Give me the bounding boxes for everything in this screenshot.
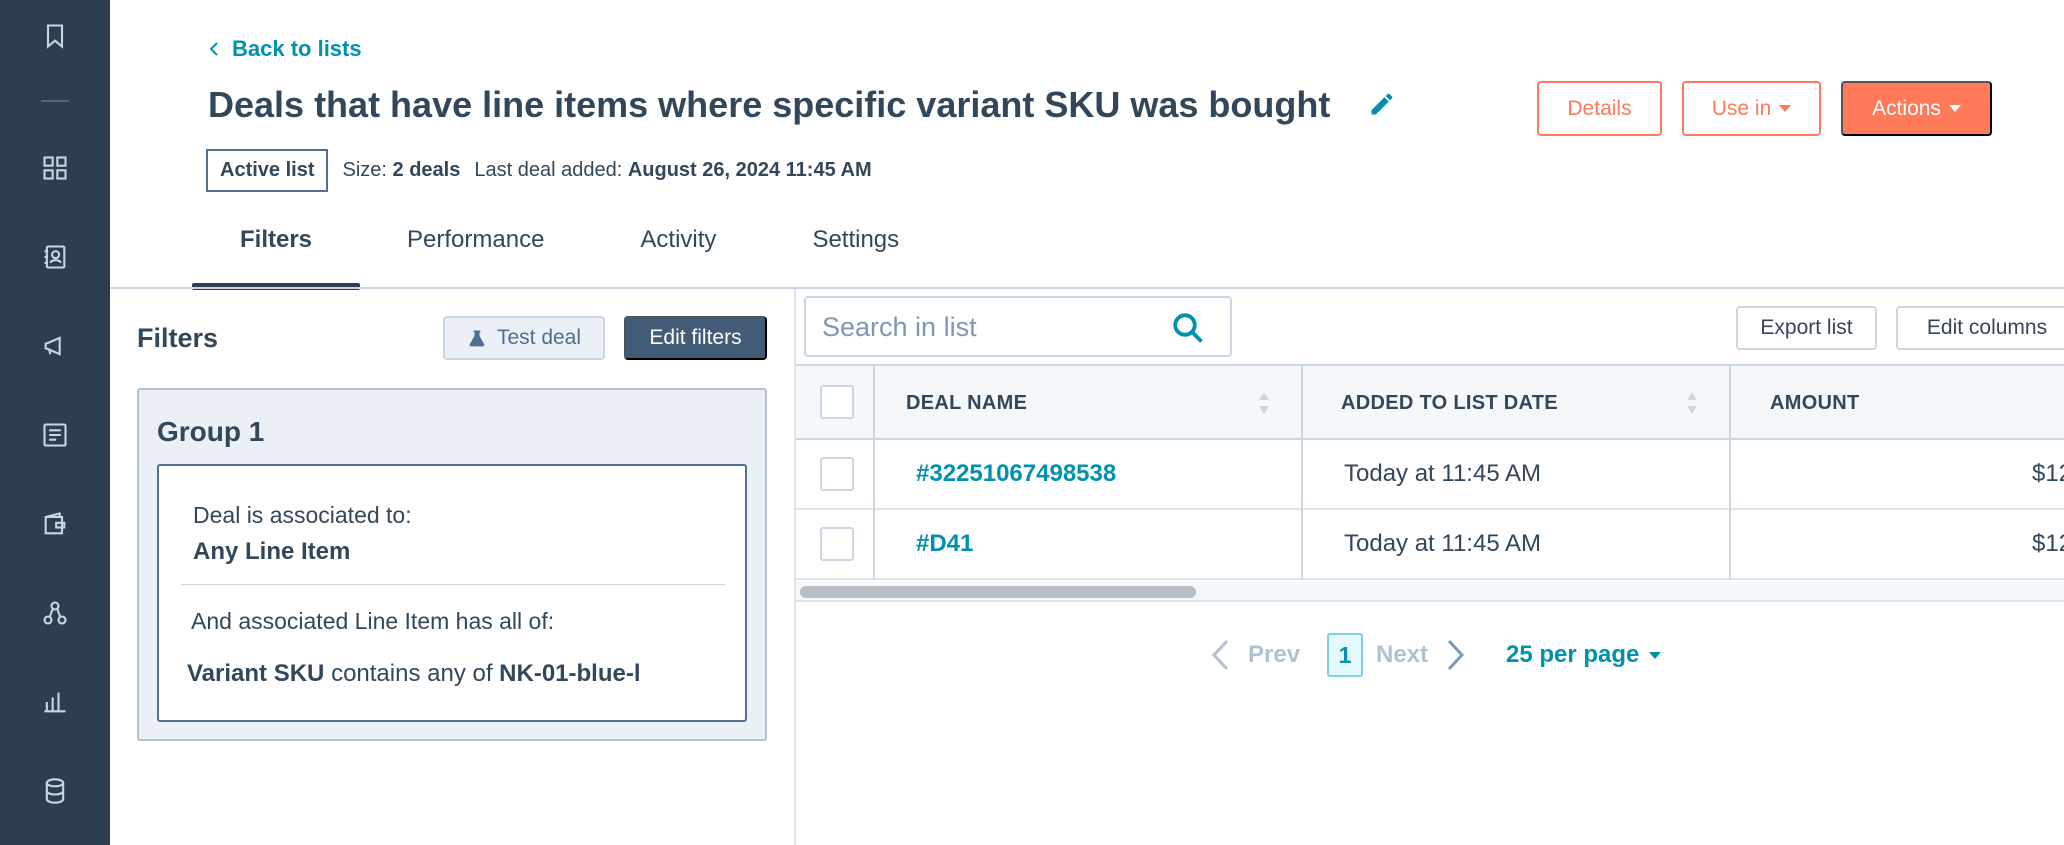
table-header: DEAL NAME ADDED TO LIST DATE AMOUNT <box>796 364 2064 440</box>
column-header-amount[interactable]: AMOUNT <box>1770 366 1860 440</box>
condition-value: NK-01-blue-l <box>499 660 641 687</box>
chevron-left-icon <box>209 42 218 56</box>
export-list-label: Export list <box>1760 316 1853 339</box>
scrollbar-thumb[interactable] <box>800 586 1196 598</box>
tabs-divider <box>110 287 2064 289</box>
caret-down-icon <box>1779 105 1792 112</box>
page-title: Deals that have line items where specifi… <box>208 84 1331 125</box>
automation-icon[interactable] <box>35 593 75 633</box>
flask-icon <box>469 330 485 347</box>
chevron-right-icon <box>1447 639 1465 671</box>
actions-button-label: Actions <box>1872 96 1941 120</box>
column-header-label: AMOUNT <box>1770 391 1860 414</box>
column-divider <box>1301 364 1303 580</box>
current-page[interactable]: 1 <box>1327 633 1363 677</box>
size-value: 2 deals <box>392 159 461 181</box>
deal-name-link[interactable]: #D41 <box>916 510 973 578</box>
search-input[interactable] <box>822 308 1152 346</box>
prev-page-button[interactable]: Prev <box>1210 632 1300 678</box>
per-page-dropdown[interactable]: 25 per page <box>1506 632 1662 678</box>
column-header-label: ADDED TO LIST DATE <box>1341 391 1558 414</box>
column-divider <box>873 364 875 580</box>
association-condition-label: Deal is associated to: <box>193 502 412 528</box>
edit-columns-button[interactable]: Edit columns <box>1896 306 2064 350</box>
chevron-left-icon <box>1211 639 1229 671</box>
back-link-label: Back to lists <box>232 36 362 61</box>
caret-down-icon <box>1948 105 1961 112</box>
deal-name-link[interactable]: #32251067498538 <box>916 440 1116 508</box>
list-meta-row: Active list Size: 2 deals Last deal adde… <box>206 149 872 192</box>
column-divider <box>1729 364 1731 580</box>
tab-settings[interactable]: Settings <box>764 226 947 290</box>
search-box <box>804 296 1232 357</box>
export-list-button[interactable]: Export list <box>1736 306 1877 350</box>
association-condition-value: Any Line Item <box>193 538 351 565</box>
row-checkbox[interactable] <box>820 457 854 491</box>
filter-group: Group 1 Deal is associated to: Any Line … <box>137 388 767 741</box>
contacts-icon[interactable] <box>35 237 75 277</box>
select-all-checkbox[interactable] <box>820 385 854 419</box>
per-page-label: 25 per page <box>1506 641 1640 668</box>
caret-down-icon <box>1649 651 1662 659</box>
left-nav <box>0 0 110 845</box>
edit-filters-label: Edit filters <box>649 326 742 349</box>
horizontal-scrollbar[interactable] <box>796 582 2064 602</box>
tab-bar: Filters Performance Activity Settings <box>192 226 947 290</box>
next-label: Next <box>1376 641 1429 668</box>
tab-label: Filters <box>240 226 313 253</box>
filter-conditions-card[interactable]: Deal is associated to: Any Line Item And… <box>157 464 747 722</box>
column-header-label: DEAL NAME <box>906 391 1028 414</box>
filters-title: Filters <box>137 323 219 353</box>
commerce-wallet-icon[interactable] <box>35 504 75 544</box>
tab-activity[interactable]: Activity <box>592 226 764 290</box>
reports-chart-icon[interactable] <box>35 682 75 722</box>
sort-icon[interactable] <box>1685 390 1699 416</box>
search-icon[interactable] <box>1170 310 1206 346</box>
actions-button[interactable]: Actions <box>1841 81 1992 136</box>
bookmark-icon[interactable] <box>35 16 75 56</box>
prev-label: Prev <box>1248 641 1301 668</box>
property-condition-label: And associated Line Item has all of: <box>191 608 555 634</box>
column-header-added-date[interactable]: ADDED TO LIST DATE <box>1341 366 1558 440</box>
condition-separator <box>181 584 725 585</box>
tab-label: Performance <box>407 226 545 253</box>
details-button-label: Details <box>1567 96 1632 120</box>
tab-filters[interactable]: Filters <box>192 226 361 290</box>
size-label: Size: <box>342 159 387 181</box>
added-date-cell: Today at 11:45 AM <box>1344 530 1542 557</box>
data-database-icon[interactable] <box>35 771 75 811</box>
added-date-cell: Today at 11:45 AM <box>1344 460 1542 487</box>
last-added-label: Last deal added: <box>474 159 623 181</box>
active-list-tag: Active list <box>206 149 329 192</box>
tab-label: Activity <box>640 226 717 253</box>
group-title: Group 1 <box>157 416 265 447</box>
use-in-button-label: Use in <box>1711 96 1772 120</box>
last-added-value: August 26, 2024 11:45 AM <box>627 159 872 181</box>
marketing-megaphone-icon[interactable] <box>35 326 75 366</box>
amount-cell: $12 <box>2032 460 2064 487</box>
content-icon[interactable] <box>35 415 75 455</box>
test-deal-button[interactable]: Test deal <box>443 316 605 360</box>
sort-icon[interactable] <box>1257 390 1271 416</box>
table-row[interactable]: #32251067498538 Today at 11:45 AM $12 <box>796 440 2064 510</box>
edit-pencil-icon[interactable] <box>1368 90 1396 118</box>
back-to-lists-link[interactable]: Back to lists <box>208 36 362 62</box>
use-in-button[interactable]: Use in <box>1682 81 1821 136</box>
table-row[interactable]: #D41 Today at 11:45 AM $12 <box>796 510 2064 580</box>
details-button[interactable]: Details <box>1537 81 1662 136</box>
tab-performance[interactable]: Performance <box>360 226 592 290</box>
edit-filters-button[interactable]: Edit filters <box>624 316 767 360</box>
condition-property: Variant SKU <box>187 660 325 687</box>
nav-divider <box>41 100 69 102</box>
next-page-button[interactable]: Next <box>1376 632 1466 678</box>
amount-cell: $12 <box>2032 530 2064 557</box>
row-checkbox[interactable] <box>820 527 854 561</box>
edit-columns-label: Edit columns <box>1926 316 2048 339</box>
tab-label: Settings <box>812 226 900 253</box>
test-deal-label: Test deal <box>496 326 582 349</box>
dashboard-grid-icon[interactable] <box>35 148 75 188</box>
property-condition: Variant SKU contains any of NK-01-blue-l <box>187 660 641 688</box>
condition-operator: contains any of <box>331 660 493 687</box>
column-header-deal-name[interactable]: DEAL NAME <box>906 366 1027 440</box>
